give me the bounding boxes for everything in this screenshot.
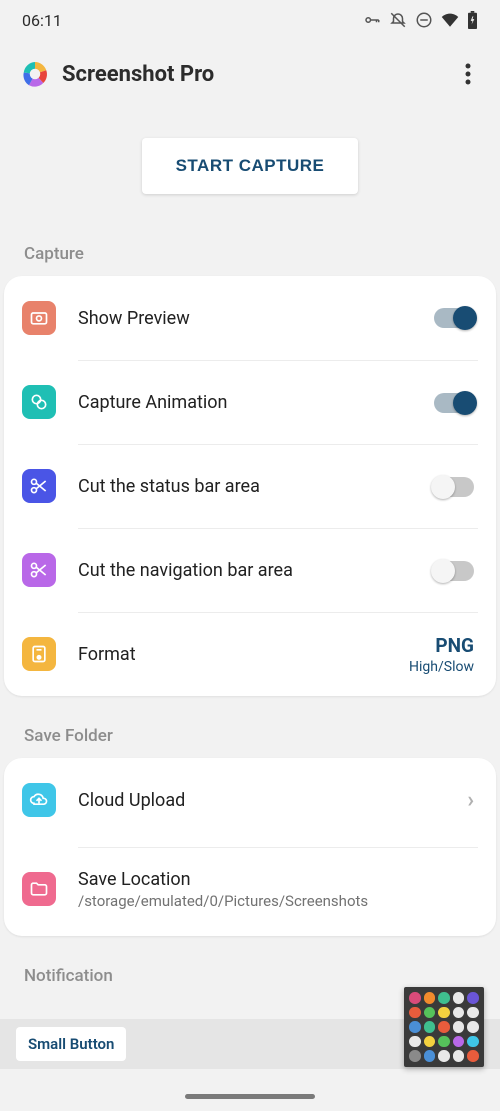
- cloud-upload-label: Cloud Upload: [78, 790, 467, 811]
- section-header-save: Save Folder: [0, 696, 500, 758]
- status-time: 06:11: [22, 11, 62, 30]
- save-location-path: /storage/emulated/0/Pictures/Screenshots: [78, 892, 474, 910]
- chevron-right-icon: ›: [467, 788, 474, 813]
- row-save-location[interactable]: Save Location /storage/emulated/0/Pictur…: [4, 842, 496, 936]
- cut-icon: [22, 469, 56, 503]
- vpn-key-icon: [363, 11, 381, 29]
- cut-nav-label: Cut the navigation bar area: [78, 560, 434, 581]
- overflow-menu-button[interactable]: [456, 62, 480, 86]
- save-card: Cloud Upload › Save Location /storage/em…: [4, 758, 496, 936]
- row-cut-nav-bar[interactable]: Cut the navigation bar area: [4, 528, 496, 612]
- format-value-block: PNG High/Slow: [409, 634, 474, 675]
- format-sub: High/Slow: [409, 659, 474, 675]
- show-preview-toggle[interactable]: [434, 308, 474, 328]
- gesture-nav-bar[interactable]: [185, 1094, 315, 1099]
- cut-status-toggle[interactable]: [434, 477, 474, 497]
- row-cut-status-bar[interactable]: Cut the status bar area: [4, 444, 496, 528]
- mute-icon: [389, 11, 407, 29]
- cloud-upload-icon: [22, 783, 56, 817]
- format-icon: [22, 637, 56, 671]
- cut-nav-toggle[interactable]: [434, 561, 474, 581]
- small-button[interactable]: Small Button: [16, 1027, 126, 1061]
- animation-icon: [22, 385, 56, 419]
- row-format[interactable]: Format PNG High/Slow: [4, 612, 496, 696]
- capture-animation-label: Capture Animation: [78, 392, 434, 413]
- save-location-label: Save Location: [78, 869, 474, 890]
- row-show-preview[interactable]: Show Preview: [4, 276, 496, 360]
- app-bar: Screenshot Pro: [0, 40, 500, 108]
- show-preview-label: Show Preview: [78, 308, 434, 329]
- status-bar: 06:11: [0, 0, 500, 40]
- folder-icon: [22, 872, 56, 906]
- wifi-icon: [441, 13, 459, 27]
- battery-icon: [467, 11, 478, 29]
- start-capture-area: START CAPTURE: [0, 108, 500, 234]
- app-title: Screenshot Pro: [62, 62, 456, 87]
- do-not-disturb-icon: [415, 11, 433, 29]
- section-header-capture: Capture: [0, 234, 500, 276]
- row-cloud-upload[interactable]: Cloud Upload ›: [4, 758, 496, 842]
- format-label: Format: [78, 644, 409, 665]
- cut-icon: [22, 553, 56, 587]
- start-capture-button[interactable]: START CAPTURE: [142, 138, 359, 194]
- capture-animation-toggle[interactable]: [434, 393, 474, 413]
- screenshot-thumbnail[interactable]: [404, 987, 484, 1067]
- cut-status-label: Cut the status bar area: [78, 476, 434, 497]
- row-capture-animation[interactable]: Capture Animation: [4, 360, 496, 444]
- status-icons: [363, 11, 478, 29]
- app-logo-icon: [20, 59, 50, 89]
- capture-card: Show Preview Capture Animation Cut the s…: [4, 276, 496, 696]
- preview-icon: [22, 301, 56, 335]
- more-vert-icon: [465, 63, 471, 85]
- format-value: PNG: [435, 634, 474, 657]
